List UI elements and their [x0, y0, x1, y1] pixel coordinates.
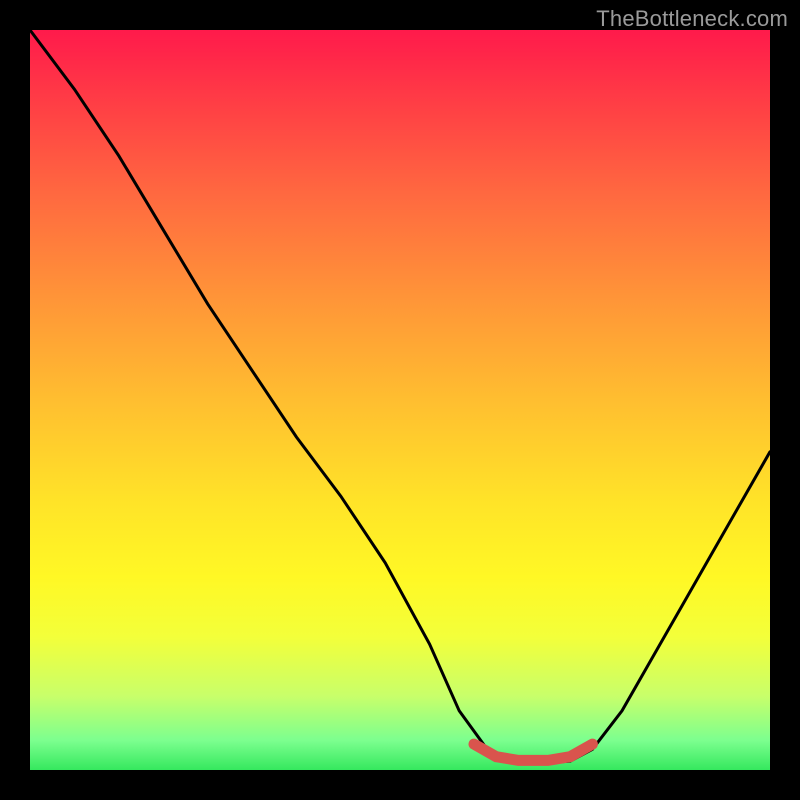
chart-svg	[30, 30, 770, 770]
chart-frame: TheBottleneck.com	[0, 0, 800, 800]
bottleneck-curve	[30, 30, 770, 763]
watermark-text: TheBottleneck.com	[596, 6, 788, 32]
optimal-band	[474, 744, 592, 760]
plot-area	[30, 30, 770, 770]
